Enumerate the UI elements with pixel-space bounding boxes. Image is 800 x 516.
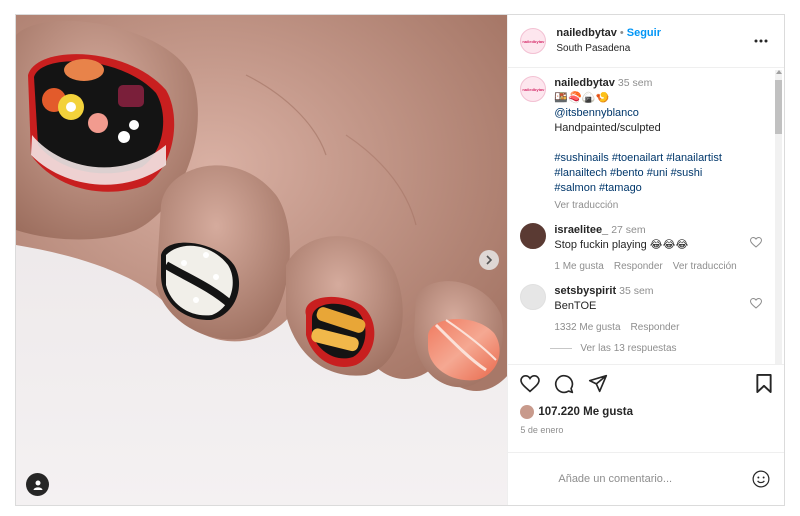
comment-like-button[interactable] bbox=[746, 223, 762, 274]
view-replies-button[interactable]: Ver las 13 respuestas bbox=[550, 343, 762, 354]
tagged-users-button[interactable] bbox=[26, 473, 49, 496]
comment-time: 35 sem bbox=[619, 285, 654, 297]
caption-time: 35 sem bbox=[617, 77, 653, 89]
hashtag-line[interactable]: #salmon #tamago bbox=[554, 181, 762, 196]
post-location[interactable]: South Pasadena bbox=[556, 41, 750, 56]
likes-count: 107.220 Me gusta bbox=[538, 406, 633, 418]
post-dialog: nailedbytav nailedbytav • Seguir South Pas… bbox=[15, 14, 785, 506]
liker-avatar bbox=[520, 405, 535, 419]
avatar-text: nailedbytav bbox=[522, 86, 545, 92]
toe-nail-art-photo bbox=[16, 15, 508, 505]
translate-link[interactable]: Ver traducción bbox=[673, 259, 737, 274]
emoji-button[interactable] bbox=[752, 470, 770, 488]
comment-text: BenTOE bbox=[554, 300, 597, 312]
commenter-avatar[interactable] bbox=[520, 223, 547, 249]
emoji-icon bbox=[752, 470, 770, 488]
post-side-panel: nailedbytav nailedbytav • Seguir South Pas… bbox=[507, 15, 784, 505]
reply-button[interactable]: Responder bbox=[614, 259, 663, 274]
comment-icon bbox=[555, 374, 574, 393]
save-button[interactable] bbox=[756, 374, 772, 393]
post-date: 5 de enero bbox=[520, 425, 564, 435]
send-icon bbox=[589, 374, 608, 393]
comment-likes[interactable]: 1 Me gusta bbox=[554, 259, 603, 274]
scroll-up-arrow[interactable] bbox=[775, 70, 782, 78]
comment-button[interactable] bbox=[554, 374, 574, 394]
comments-list[interactable]: nailedbytav nailedbytav 35 sem 🍱🍣🍙🍤 @itsb… bbox=[508, 68, 784, 364]
like-button[interactable] bbox=[520, 374, 541, 393]
hashtag-line[interactable]: #sushinails #toenailart #lanailartist bbox=[554, 151, 762, 166]
heart-icon bbox=[520, 374, 541, 392]
heart-icon bbox=[750, 237, 762, 248]
caption: nailedbytav nailedbytav 35 sem 🍱🍣🍙🍤 @itsb… bbox=[520, 76, 762, 213]
hashtag-line[interactable]: #lanailtech #bento #uni #sushi bbox=[554, 166, 762, 181]
caption-mention[interactable]: @itsbennyblanco bbox=[554, 106, 762, 121]
commenter-avatar[interactable] bbox=[520, 284, 547, 310]
comment-item: israelitee_ 27 sem Stop fuckin playing 😂😂… bbox=[520, 223, 762, 274]
follow-button[interactable]: Seguir bbox=[627, 27, 661, 39]
more-options-button[interactable] bbox=[750, 39, 772, 43]
share-button[interactable] bbox=[588, 374, 608, 393]
translate-link[interactable]: Ver traducción bbox=[554, 198, 618, 213]
post-header: nailedbytav nailedbytav • Seguir South Pas… bbox=[508, 15, 784, 68]
caption-text: Handpainted/sculpted bbox=[554, 122, 661, 134]
comment-likes[interactable]: 1332 Me gusta bbox=[554, 320, 620, 335]
more-icon bbox=[754, 39, 768, 43]
caption-username[interactable]: nailedbytav bbox=[554, 77, 615, 89]
author-username[interactable]: nailedbytav bbox=[556, 27, 617, 39]
commenter-username[interactable]: setsbyspirit bbox=[554, 285, 616, 297]
caption-avatar[interactable]: nailedbytav bbox=[520, 76, 547, 102]
commenter-username[interactable]: israelitee_ bbox=[554, 224, 608, 236]
add-comment-bar: Añade un comentario... bbox=[508, 452, 784, 505]
comment-item: setsbyspirit 35 sem BenTOE 1332 Me gusta … bbox=[520, 284, 762, 335]
likes-summary[interactable]: 107.220 Me gusta bbox=[508, 402, 784, 422]
post-photo bbox=[16, 15, 508, 505]
avatar-text: nailedbytav bbox=[522, 38, 545, 44]
bookmark-icon bbox=[756, 374, 772, 393]
comment-input[interactable]: Añade un comentario... bbox=[558, 473, 752, 485]
scrollbar-thumb[interactable] bbox=[775, 80, 782, 134]
comment-like-button[interactable] bbox=[746, 284, 762, 335]
action-bar bbox=[508, 364, 784, 402]
comment-text: Stop fuckin playing 😂😂😂 bbox=[554, 239, 689, 251]
reply-button[interactable]: Responder bbox=[631, 320, 680, 335]
caption-emoji: 🍱🍣🍙🍤 bbox=[554, 92, 610, 104]
heart-icon bbox=[750, 298, 762, 309]
user-icon bbox=[33, 480, 42, 490]
view-replies-label: Ver las 13 respuestas bbox=[580, 343, 677, 354]
chevron-right-icon bbox=[486, 255, 493, 265]
separator-dot: • bbox=[619, 27, 624, 39]
replies-line bbox=[550, 348, 573, 349]
author-avatar[interactable]: nailedbytav bbox=[520, 28, 547, 54]
next-image-button[interactable] bbox=[479, 250, 499, 270]
comment-time: 27 sem bbox=[611, 224, 646, 236]
